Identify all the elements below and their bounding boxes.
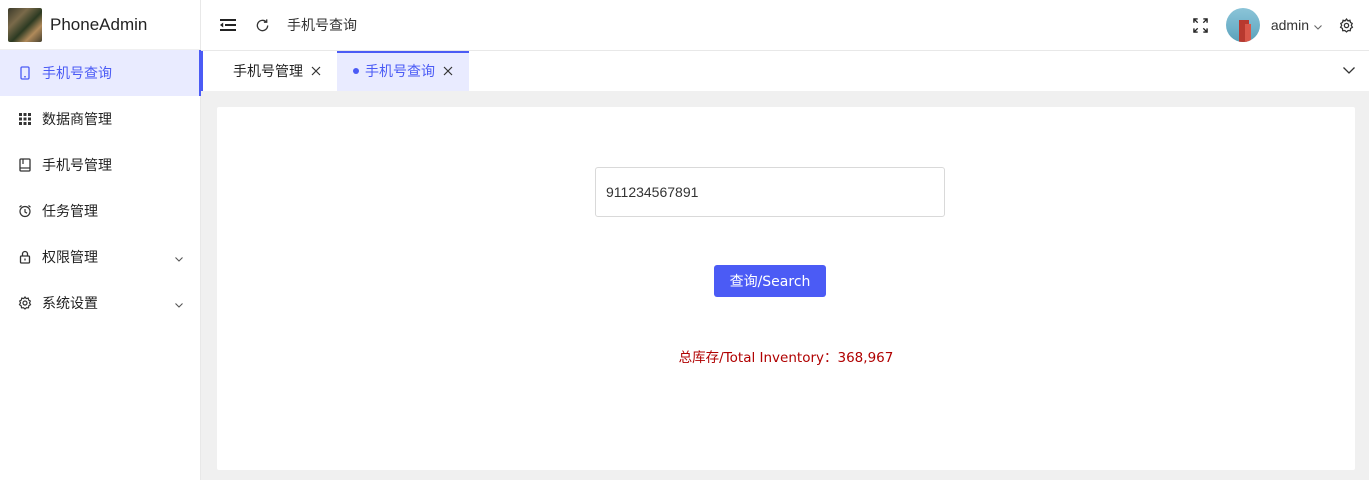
active-dot-icon (353, 68, 359, 74)
sidebar: PhoneAdmin 手机号查询 数据商管理 手机号管理 任务管理 权限管理 系… (0, 0, 201, 480)
breadcrumb: 手机号查询 (287, 18, 357, 34)
total-inventory-text: 总库存/Total Inventory：368,967 (678, 350, 894, 366)
brand-logo (8, 7, 42, 42)
chevron-down-icon (174, 298, 184, 308)
phone-icon (18, 66, 32, 80)
fullscreen-icon[interactable] (1192, 16, 1210, 34)
tab-label: 手机号管理 (233, 64, 303, 80)
sidebar-item-permission[interactable]: 权限管理 (0, 234, 200, 280)
tab-phone-manage[interactable]: 手机号管理 (201, 51, 337, 91)
avatar[interactable] (1225, 8, 1260, 42)
close-icon[interactable] (443, 66, 453, 76)
close-icon[interactable] (311, 66, 321, 76)
chevron-down-icon[interactable] (1313, 20, 1323, 30)
app-title: PhoneAdmin (50, 14, 148, 34)
search-button[interactable]: 查询/Search (714, 265, 826, 297)
tab-label: 手机号查询 (365, 64, 435, 80)
sidebar-menu: 手机号查询 数据商管理 手机号管理 任务管理 权限管理 系统设置 (0, 50, 201, 326)
lock-icon (18, 250, 32, 264)
menu-fold-icon[interactable] (219, 16, 237, 34)
sidebar-item-task-manage[interactable]: 任务管理 (0, 188, 200, 234)
sidebar-item-label: 数据商管理 (42, 112, 112, 128)
chevron-down-icon (174, 252, 184, 262)
phone-search-input[interactable] (595, 167, 945, 217)
top-header: 手机号查询 admin (201, 0, 1369, 51)
refresh-icon[interactable] (253, 16, 271, 34)
sidebar-item-label: 任务管理 (42, 204, 98, 220)
main-panel: 查询/Search 总库存/Total Inventory：368,967 (217, 107, 1355, 470)
grid-icon (18, 112, 32, 126)
settings-gear-icon[interactable] (1337, 16, 1355, 34)
gear-icon (18, 296, 32, 310)
tabs-bar: 手机号管理 手机号查询 (201, 51, 1369, 91)
sidebar-item-phone-query[interactable]: 手机号查询 (0, 50, 201, 96)
book-icon (18, 158, 32, 172)
tab-phone-query[interactable]: 手机号查询 (337, 51, 469, 91)
sidebar-item-phone-manage[interactable]: 手机号管理 (0, 142, 200, 188)
sidebar-item-label: 手机号管理 (42, 158, 112, 174)
sidebar-item-label: 手机号查询 (42, 66, 112, 82)
sidebar-item-data-vendor[interactable]: 数据商管理 (0, 96, 200, 142)
sidebar-item-label: 系统设置 (42, 296, 98, 312)
header-actions: admin (1192, 8, 1369, 42)
alarm-clock-icon (18, 204, 32, 218)
tabs-accent-bar (201, 51, 203, 91)
sidebar-item-system-settings[interactable]: 系统设置 (0, 280, 200, 326)
chevron-down-icon (1342, 63, 1356, 79)
user-name[interactable]: admin (1271, 17, 1309, 33)
sidebar-item-label: 权限管理 (42, 250, 98, 266)
tabs-dropdown[interactable] (1329, 51, 1369, 91)
brand[interactable]: PhoneAdmin (0, 0, 200, 50)
